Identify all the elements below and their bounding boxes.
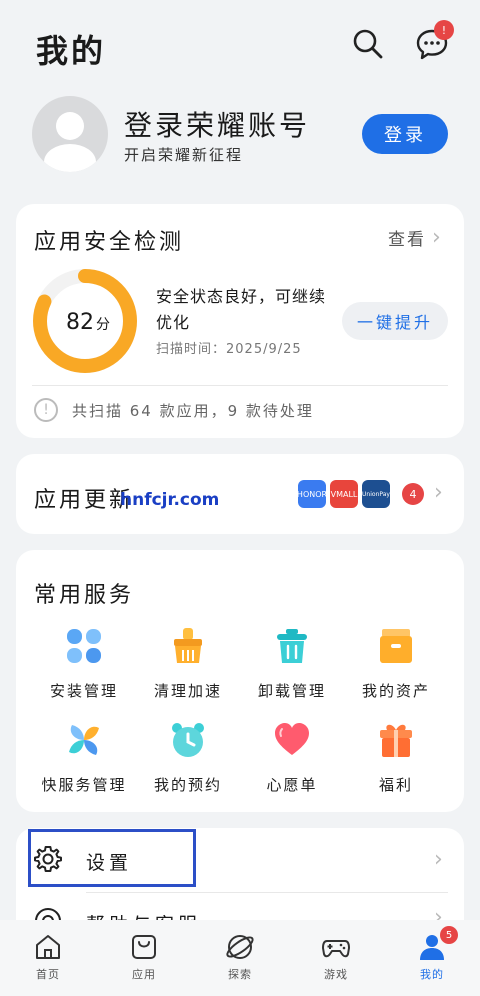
security-view-link[interactable]: 查看 › <box>388 225 443 250</box>
score-number: 82 <box>66 310 94 335</box>
account-title[interactable]: 登录荣耀账号 <box>124 104 310 144</box>
settings-label[interactable]: 设置 <box>86 848 132 875</box>
watermark: hnfcjr.com <box>120 490 220 510</box>
info-icon: ! <box>34 398 58 422</box>
account-subtitle: 开启荣耀新征程 <box>124 146 244 164</box>
update-count-badge: 4 <box>402 483 424 505</box>
home-icon <box>36 935 60 959</box>
avatar[interactable] <box>32 96 108 172</box>
nav-label: 应用 <box>132 968 156 981</box>
nav-label: 游戏 <box>324 968 348 981</box>
heart-icon <box>275 723 309 755</box>
alarm-clock-icon <box>172 723 204 757</box>
nav-me[interactable]: 5 我的 <box>392 926 472 982</box>
service-benefits[interactable]: 福利 <box>341 720 451 795</box>
update-app-icons: HONOR VMALL UnionPay 4 <box>296 480 424 508</box>
service-install-manager[interactable]: 安装管理 <box>29 626 139 701</box>
planet-icon <box>226 935 254 959</box>
search-icon[interactable] <box>350 26 386 62</box>
security-divider <box>32 385 448 386</box>
vmall-app-icon: VMALL <box>330 480 358 508</box>
bag-icon <box>132 935 156 959</box>
nav-apps[interactable]: 应用 <box>104 932 184 982</box>
nav-label: 我的 <box>420 968 444 981</box>
quick-service-icon <box>69 725 99 755</box>
messages-icon[interactable]: ! <box>414 20 454 62</box>
uninstall-trash-icon <box>277 629 307 663</box>
chevron-right-icon: › <box>432 225 443 250</box>
unionpay-app-name: UnionPay <box>362 490 390 498</box>
score-unit: 分 <box>96 317 110 333</box>
gamepad-icon <box>322 940 350 958</box>
chevron-right-icon: › <box>434 480 443 505</box>
nav-home[interactable]: 首页 <box>8 932 88 982</box>
service-label: 心愿单 <box>266 776 318 794</box>
scan-summary: 共扫描 64 款应用，9 款待处理 <box>72 402 314 420</box>
scan-time: 扫描时间：2025/9/25 <box>156 342 302 357</box>
login-button[interactable]: 登录 <box>362 114 448 154</box>
app-update-title: 应用更新 <box>34 488 135 513</box>
services-title: 常用服务 <box>34 583 135 608</box>
nav-label: 探索 <box>228 968 252 981</box>
security-status: 安全状态良好，可继续优化 <box>156 287 327 332</box>
install-manager-icon <box>67 629 101 663</box>
service-my-assets[interactable]: 我的资产 <box>341 626 451 701</box>
service-label: 快服务管理 <box>41 776 127 794</box>
clean-broom-icon <box>174 628 202 663</box>
page-title: 我的 <box>36 32 107 70</box>
gear-icon <box>34 845 62 877</box>
view-label: 查看 <box>388 230 426 250</box>
assets-box-icon <box>380 629 412 663</box>
nav-label: 首页 <box>36 968 60 981</box>
nav-explore[interactable]: 探索 <box>200 932 280 982</box>
message-badge: ! <box>434 20 454 40</box>
service-label: 我的资产 <box>361 682 430 700</box>
service-wishlist[interactable]: 心愿单 <box>237 720 347 795</box>
bottom-nav: 首页 应用 探索 游戏 5 我的 <box>0 920 480 996</box>
honor-app-icon: HONOR <box>296 480 328 508</box>
settings-divider <box>86 892 448 893</box>
service-label: 福利 <box>378 776 413 794</box>
score-value: 82 分 <box>66 310 110 335</box>
nav-games[interactable]: 游戏 <box>296 932 376 982</box>
service-uninstall-manager[interactable]: 卸载管理 <box>237 626 347 701</box>
service-my-reservations[interactable]: 我的预约 <box>133 720 243 795</box>
vmall-app-name: VMALL <box>330 489 358 499</box>
one-click-upgrade-button[interactable]: 一键提升 <box>342 302 448 340</box>
service-label: 安装管理 <box>49 682 118 700</box>
service-quick-service[interactable]: 快服务管理 <box>29 720 139 795</box>
honor-app-name: HONOR <box>296 489 328 499</box>
security-title: 应用安全检测 <box>34 230 185 255</box>
nav-badge: 5 <box>440 926 458 944</box>
service-label: 我的预约 <box>153 776 222 794</box>
gift-icon <box>380 724 412 757</box>
service-clean-accelerate[interactable]: 清理加速 <box>133 626 243 701</box>
service-label: 卸载管理 <box>257 682 326 700</box>
unionpay-app-icon: UnionPay <box>362 480 390 508</box>
chevron-right-icon: › <box>434 847 443 872</box>
service-label: 清理加速 <box>153 682 222 700</box>
